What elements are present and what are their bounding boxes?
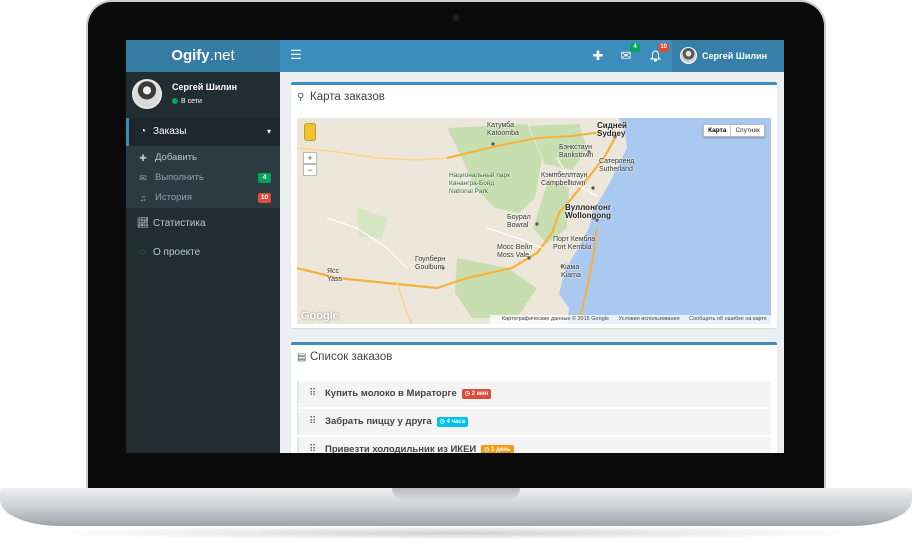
drag-handle-icon[interactable]: ⠿ xyxy=(309,409,316,435)
top-navbar: Ogify.net ☰ ✚ ✉ 4 10 Сергей Шилин xyxy=(126,40,784,72)
header-user-name: Сергей Шилин xyxy=(702,51,768,61)
list-item[interactable]: ⠿ Купить молоко в Мираторге ◷ 2 мин xyxy=(297,381,771,407)
user-status: В сети xyxy=(172,98,202,105)
dashboard-icon: ◔ xyxy=(139,126,147,137)
line-chart-icon: 📈︎ xyxy=(136,218,150,229)
user-menu[interactable]: Сергей Шилин xyxy=(672,40,784,72)
avatar xyxy=(132,79,162,109)
map-type-map-button[interactable]: Карта xyxy=(704,125,732,136)
map-report-link[interactable]: Сообщить об ошибке на карте xyxy=(689,316,767,322)
map-footer: Картографические данные © 2015 Google Ус… xyxy=(489,315,771,324)
orders-panel-title: ▤ Список заказов xyxy=(297,351,393,363)
order-time-badge: ◷ 1 день xyxy=(481,445,514,453)
order-text: Привезти холодильник из ИКЕИ ◷ 1 день xyxy=(325,437,514,453)
add-order-button[interactable]: ✚ xyxy=(590,48,606,64)
app-logo[interactable]: Ogify.net xyxy=(126,40,280,72)
chevron-down-icon: ▾ xyxy=(266,127,271,136)
clipboard-icon: ▤ xyxy=(297,352,307,363)
sidebar-item-execute[interactable]: ✉ Выполнить 4 xyxy=(126,168,280,188)
street-view-pegman-icon[interactable] xyxy=(304,123,316,141)
sidebar-item-about[interactable]: ◌ О проекте xyxy=(126,239,280,267)
map-type-satellite-button[interactable]: Спутник xyxy=(731,125,764,136)
app-screen: Ogify.net ☰ ✚ ✉ 4 10 Сергей Шилин Сергей… xyxy=(126,40,784,453)
map-label-port-kembla: Порт Кембла Port Kembla xyxy=(553,236,596,251)
map-tiles xyxy=(297,118,771,324)
plus-icon: ✚ xyxy=(139,153,147,163)
map-label-moss-vale: Мосс Вейл Moss Vale xyxy=(497,244,533,259)
map-panel: ⚲ Карта заказов Сидней Sydney Катумба Ka… xyxy=(291,82,777,328)
bell-icon: ♫ xyxy=(139,193,147,203)
sidebar-toggle-button[interactable]: ☰ xyxy=(289,48,303,62)
map-terms-link[interactable]: Условия использования xyxy=(619,316,680,322)
map-label-wollongong: Вуллонгонг Wollongong xyxy=(565,203,612,220)
user-panel: Сергей Шилин В сети xyxy=(126,72,280,118)
map-label-yass: Ясс Yass xyxy=(327,268,343,283)
orders-map[interactable]: Сидней Sydney Катумба Katoomba Бэнкстаун Ba… xyxy=(297,118,771,324)
drag-handle-icon[interactable]: ⠿ xyxy=(309,437,316,453)
map-marker-icon: ⚲ xyxy=(297,92,305,103)
map-label-bowral: Боурал Bowral xyxy=(507,214,531,229)
map-label-bankstown: Бэнкстаун Bankstown xyxy=(559,144,594,159)
notifications-count-badge: 10 xyxy=(658,43,669,52)
envelope-icon: ✉ xyxy=(139,173,147,183)
zoom-out-button[interactable]: − xyxy=(303,164,317,176)
messages-button[interactable]: ✉ 4 xyxy=(618,43,640,64)
history-count-badge: 10 xyxy=(258,193,271,203)
sidebar-item-history[interactable]: ♫ История 10 xyxy=(126,188,280,208)
sidebar-item-orders[interactable]: ◔ Заказы ▾ xyxy=(126,118,280,146)
map-label-kanangra-park: Национальный парк Канангра-Бойд National P… xyxy=(449,172,510,195)
order-text: Забрать пиццу у друга ◷ 4 часа xyxy=(325,409,469,435)
zoom-in-button[interactable]: + xyxy=(303,152,317,164)
sidebar: Сергей Шилин В сети ◔ Заказы ▾ ✚ Добавит… xyxy=(126,72,280,453)
list-item[interactable]: ⠿ Забрать пиццу у друга ◷ 4 часа xyxy=(297,409,771,435)
laptop-notch xyxy=(392,488,520,500)
execute-count-badge: 4 xyxy=(258,173,271,183)
orders-submenu: ✚ Добавить ✉ Выполнить 4 ♫ История 10 xyxy=(126,146,280,208)
bell-icon xyxy=(649,50,661,62)
map-label-kiama: Кіама Kiama xyxy=(561,264,581,279)
order-text: Купить молоко в Мираторге ◷ 2 мин xyxy=(325,381,492,407)
sidebar-item-statistics[interactable]: 📈︎ Статистика xyxy=(126,210,280,238)
messages-count-badge: 4 xyxy=(630,43,640,52)
avatar xyxy=(680,47,697,64)
circle-notch-icon: ◌ xyxy=(140,247,146,258)
map-panel-title: ⚲ Карта заказов xyxy=(297,91,385,103)
map-label-sutherland: Сатерленд Sutherland xyxy=(599,158,635,173)
map-label-goulburn: Гоулберн Goulburn xyxy=(415,256,446,271)
sidebar-item-add[interactable]: ✚ Добавить xyxy=(126,148,280,168)
map-label-campbelltown: Кэмпбеллтаун Campbelltown xyxy=(541,172,588,187)
map-label-katoomba: Катумба Katoomba xyxy=(487,122,519,137)
order-time-badge: ◷ 4 часа xyxy=(436,417,469,427)
user-panel-name: Сергей Шилин xyxy=(172,82,238,92)
list-item[interactable]: ⠿ Привезти холодильник из ИКЕИ ◷ 1 день xyxy=(297,437,771,453)
notifications-button[interactable]: 10 xyxy=(647,43,669,64)
laptop-shadow xyxy=(40,526,872,540)
map-label-sydney: Сидней Sydney xyxy=(597,121,627,138)
drag-handle-icon[interactable]: ⠿ xyxy=(309,381,316,407)
online-status-icon xyxy=(172,98,178,104)
orders-panel: ▤ Список заказов ⠿ Купить молоко в Мирато… xyxy=(291,342,777,453)
order-time-badge: ◷ 2 мин xyxy=(461,389,492,399)
google-logo: Google xyxy=(301,310,339,322)
map-type-switch: Карта Спутник xyxy=(703,124,765,137)
webcam xyxy=(452,14,460,22)
